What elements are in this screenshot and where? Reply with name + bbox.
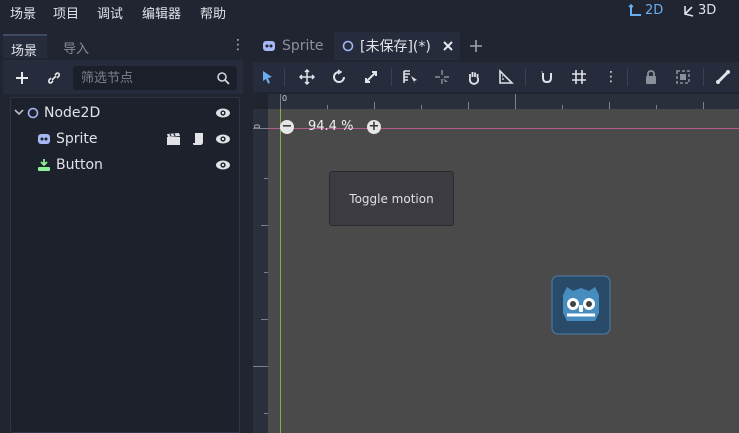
toggle-motion-button[interactable]: Toggle motion [329, 171, 454, 226]
ruler-tick [327, 105, 328, 109]
ruler-tick [264, 178, 268, 179]
ruler-tick [264, 413, 268, 414]
menu-editor[interactable]: 编辑器 [142, 3, 181, 22]
separator [525, 68, 526, 86]
separator [284, 68, 285, 86]
zoom-in-button[interactable]: + [367, 120, 381, 134]
node2d-circle-icon [342, 40, 354, 52]
zoom-out-button[interactable]: − [280, 120, 294, 134]
sprite-icon [38, 134, 50, 144]
tree-row-node2d[interactable]: Node2D [11, 100, 239, 126]
filter-nodes-input[interactable] [74, 67, 204, 89]
scene-tree: Node2D Sprite Button [10, 97, 240, 433]
ruler-tick [421, 105, 422, 109]
menu-scene[interactable]: 场景 [10, 3, 36, 22]
snap-magnet-icon[interactable] [539, 69, 555, 85]
menubar: 场景 项目 调试 编辑器 帮助 2D 3D [0, 0, 739, 24]
ruler-tick [253, 366, 268, 367]
2d-axis-icon [628, 3, 641, 16]
tab-scene[interactable]: 场景 [3, 34, 47, 59]
group-icon[interactable] [675, 69, 691, 85]
tree-row-sprite[interactable]: Sprite [11, 126, 239, 152]
separator [627, 68, 628, 86]
ruler-tick [515, 94, 516, 109]
visibility-eye-icon[interactable] [215, 157, 231, 173]
scene-tab-unsaved-label: [未保存](*) [360, 39, 431, 55]
tab-import[interactable]: 导入 [55, 34, 99, 58]
ruler-tick [264, 272, 268, 273]
menu-help[interactable]: 帮助 [200, 3, 226, 22]
link-icon[interactable] [46, 70, 62, 86]
ruler-tick [468, 102, 469, 109]
ruler-tick [253, 128, 268, 129]
godot-logo-sprite[interactable] [551, 275, 611, 335]
collapse-arrow-icon[interactable] [14, 109, 24, 117]
add-node-icon[interactable] [14, 70, 30, 86]
separator [703, 68, 704, 86]
canvas-viewport[interactable] [253, 94, 739, 433]
menu-project[interactable]: 项目 [53, 3, 79, 22]
select-tool-icon[interactable] [260, 69, 276, 85]
tab-scene-label: 场景 [11, 44, 38, 59]
mode-2d-label: 2D [645, 3, 664, 18]
pan-tool-icon[interactable] [466, 69, 482, 85]
zoom-level[interactable]: 94.4 % [308, 119, 353, 134]
visibility-eye-icon[interactable] [215, 105, 231, 121]
horizontal-ruler[interactable]: 0 [253, 94, 739, 109]
scene-tab-unsaved[interactable]: [未保存](*) [334, 32, 460, 60]
ruler-tick [261, 319, 268, 320]
filter-nodes-field[interactable] [73, 66, 237, 90]
canvas-toolbar: ⋮ [253, 62, 739, 92]
lock-icon[interactable] [643, 69, 659, 85]
script-icon[interactable] [192, 132, 205, 146]
mode-3d-button[interactable]: 3D [681, 3, 716, 18]
button-icon [38, 159, 50, 171]
ruler-tick [280, 94, 281, 109]
scale-tool-icon[interactable] [363, 69, 379, 85]
ruler-tick [261, 225, 268, 226]
tree-label-sprite: Sprite [56, 131, 98, 147]
toggle-motion-label: Toggle motion [349, 191, 434, 206]
list-select-icon[interactable] [402, 69, 418, 85]
3d-axis-icon [684, 5, 694, 17]
close-icon[interactable] [442, 40, 454, 52]
y-axis-line [280, 109, 281, 433]
grid-snap-icon[interactable] [571, 69, 587, 85]
ruler-tick [703, 102, 704, 109]
scene-tab-sprite[interactable]: Sprite [254, 32, 332, 60]
mode-3d-label: 3D [698, 3, 717, 18]
mode-2d-button[interactable]: 2D [628, 3, 663, 18]
ruler-tick [562, 105, 563, 109]
sprite-icon [263, 41, 275, 51]
vertical-ruler[interactable]: 0 [253, 94, 268, 433]
ruler-tick [374, 102, 375, 109]
move-tool-icon[interactable] [299, 69, 315, 85]
tree-label-node2d: Node2D [44, 105, 101, 121]
snap-options-menu-icon[interactable]: ⋮ [603, 69, 619, 85]
ruler-tool-icon[interactable] [498, 69, 514, 85]
ruler-corner [253, 94, 268, 109]
scene-tab-sprite-label: Sprite [282, 38, 324, 54]
add-tab-icon[interactable] [468, 38, 484, 54]
ruler-top-zero: 0 [282, 94, 288, 103]
pivot-tool-icon[interactable] [434, 69, 450, 85]
rotate-tool-icon[interactable] [331, 69, 347, 85]
tree-label-button: Button [56, 157, 103, 173]
separator [391, 68, 392, 86]
tab-import-label: 导入 [63, 42, 90, 57]
search-icon [217, 72, 230, 85]
ruler-tick [609, 102, 610, 109]
dock-menu-icon[interactable]: ⋮ [231, 37, 245, 53]
menu-debug[interactable]: 调试 [97, 3, 123, 22]
ruler-tick [656, 105, 657, 109]
bone-tool-icon[interactable] [715, 69, 731, 85]
tree-row-button[interactable]: Button [11, 152, 239, 178]
visibility-eye-icon[interactable] [215, 131, 231, 147]
node2d-circle-icon [27, 107, 39, 119]
clapperboard-icon[interactable] [166, 132, 181, 146]
